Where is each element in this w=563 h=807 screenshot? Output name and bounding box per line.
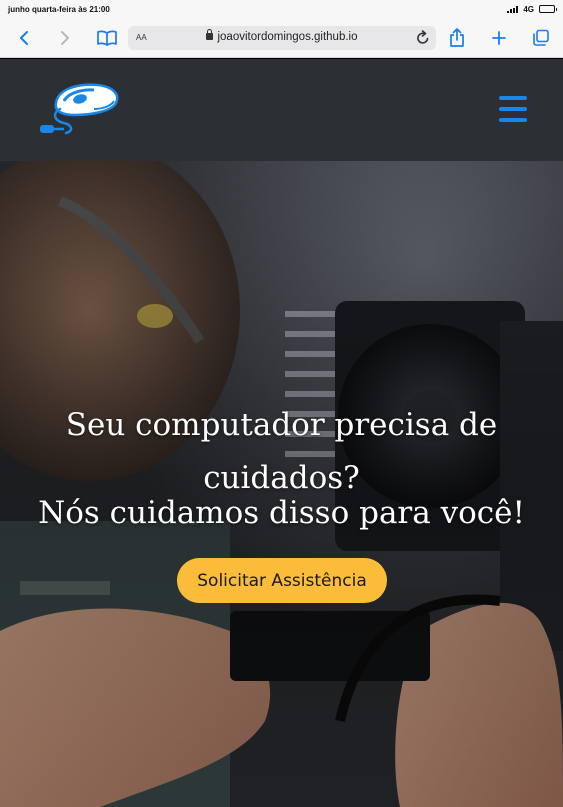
- battery-icon: [539, 5, 557, 13]
- hamburger-menu-icon[interactable]: [499, 96, 527, 122]
- status-indicators: 4G: [507, 4, 557, 14]
- status-datetime: junho quarta-feira às 21:00: [8, 4, 110, 14]
- forward-icon[interactable]: [53, 26, 77, 50]
- tabs-icon[interactable]: [529, 26, 553, 50]
- new-tab-icon[interactable]: [487, 26, 511, 50]
- lock-icon: [206, 29, 214, 40]
- browser-toolbar: AA joaovitordomingos.github.io: [0, 18, 563, 58]
- url-label: joaovitordomingos.github.io: [217, 31, 358, 43]
- hero-subheadline: Nós cuidamos disso para você!: [38, 495, 525, 531]
- reload-icon[interactable]: [416, 30, 430, 50]
- status-bar: junho quarta-feira às 21:00 4G: [0, 0, 563, 18]
- back-icon[interactable]: [12, 26, 36, 50]
- site-header: [0, 59, 563, 161]
- hero-section: Seu computador precisa de cuidados? Nós …: [0, 161, 563, 807]
- url-text[interactable]: joaovitordomingos.github.io: [128, 29, 436, 43]
- address-bar[interactable]: AA joaovitordomingos.github.io: [128, 26, 436, 50]
- request-assistance-button[interactable]: Solicitar Assistência: [177, 558, 387, 603]
- signal-icon: [507, 5, 519, 13]
- share-icon[interactable]: [445, 26, 469, 50]
- bookmarks-icon[interactable]: [95, 26, 119, 50]
- hero-headline: Seu computador precisa de cuidados?: [65, 407, 498, 496]
- mouse-logo-icon[interactable]: [34, 79, 122, 137]
- network-type: 4G: [523, 4, 534, 14]
